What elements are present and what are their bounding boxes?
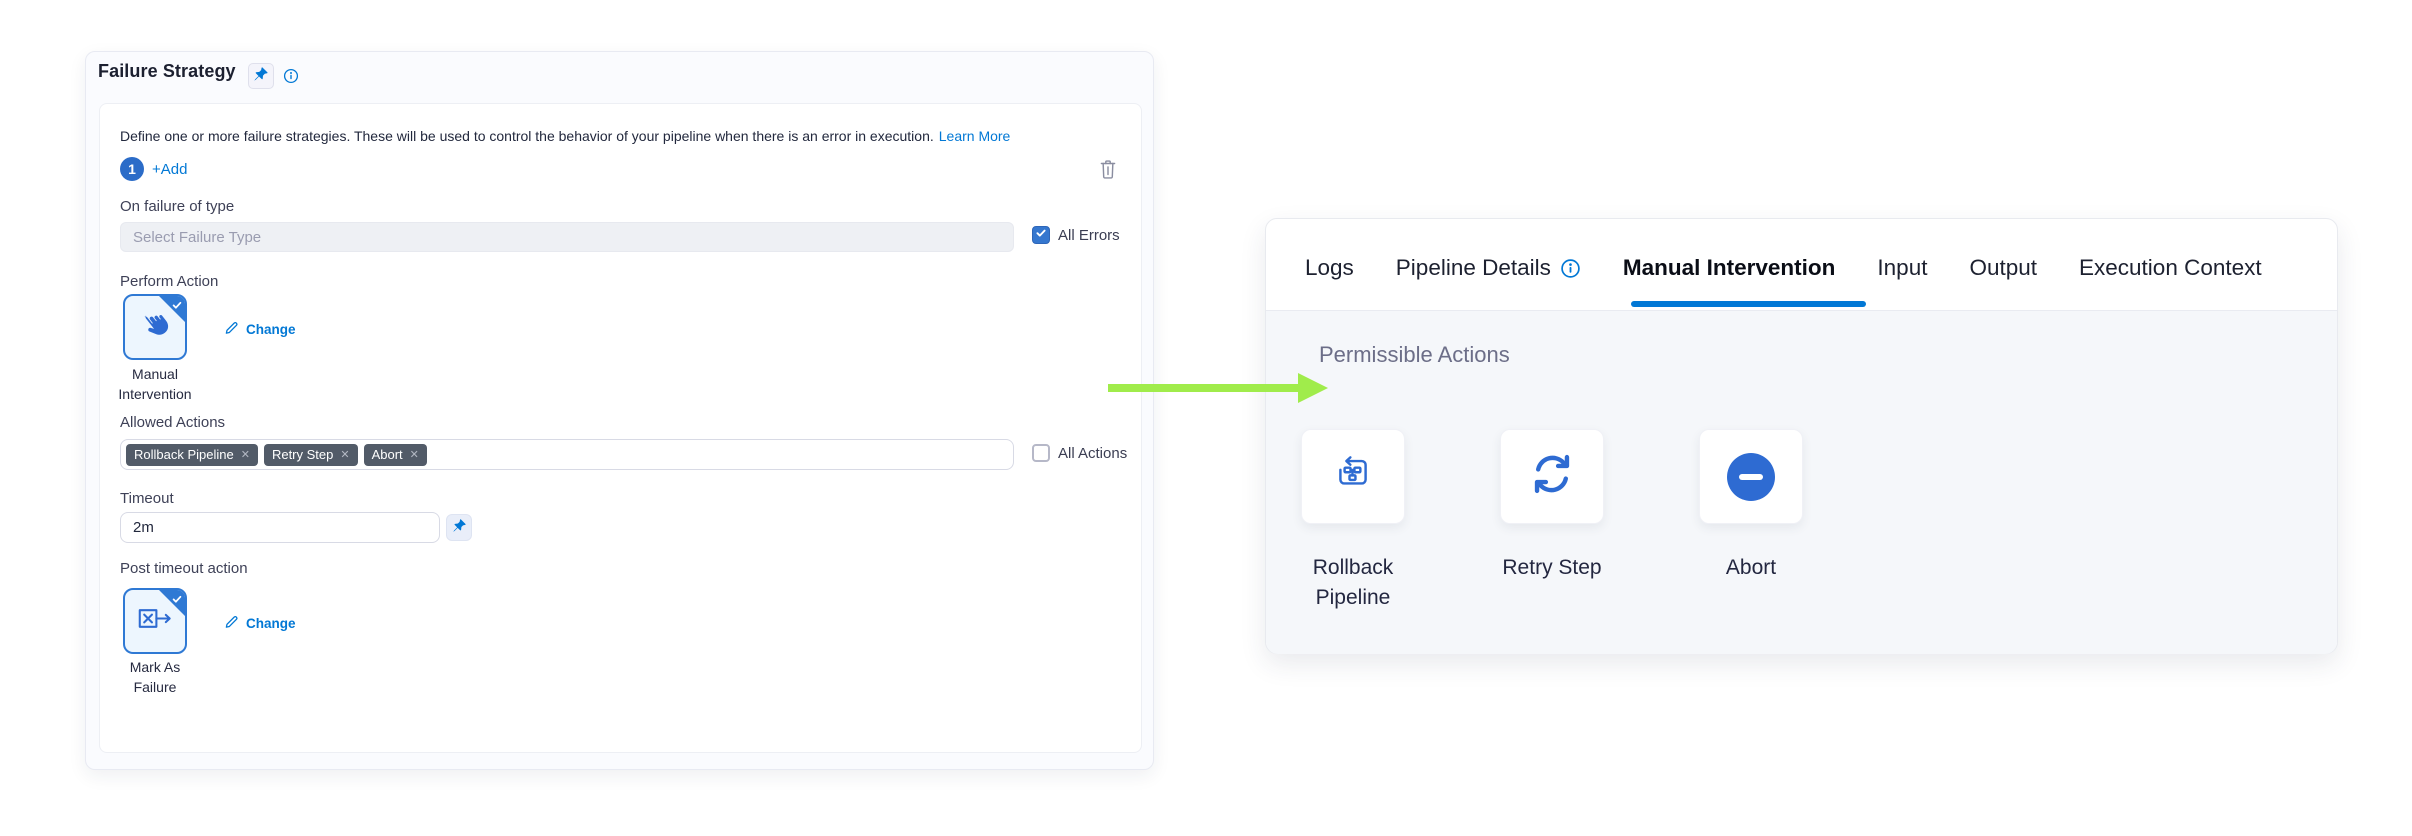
info-icon[interactable]	[1560, 258, 1581, 279]
permissible-actions-heading: Permissible Actions	[1319, 342, 1510, 368]
pin-icon	[452, 518, 467, 538]
add-strategy-button[interactable]: +Add	[152, 161, 187, 178]
action-card-abort[interactable]	[1699, 429, 1803, 524]
strategy-description: Define one or more failure strategies. T…	[120, 128, 1010, 144]
tag-remove-icon[interactable]: ✕	[241, 448, 250, 461]
active-tab-underline	[1631, 301, 1866, 307]
tag-label: Abort	[372, 447, 403, 462]
pencil-icon	[224, 320, 239, 338]
delete-strategy-icon[interactable]	[1098, 158, 1118, 180]
learn-more-link[interactable]: Learn More	[939, 128, 1011, 144]
selected-check-icon	[171, 298, 183, 316]
tag-retry-step[interactable]: Retry Step ✕	[264, 444, 358, 466]
manual-intervention-content: Permissible Actions Rollback Pipeline Re…	[1266, 311, 2337, 654]
selected-check-icon	[171, 592, 183, 610]
action-card-rollback-pipeline[interactable]	[1301, 429, 1405, 524]
tag-label: Retry Step	[272, 447, 333, 462]
pin-icon	[253, 66, 269, 87]
tag-rollback-pipeline[interactable]: Rollback Pipeline ✕	[126, 444, 258, 466]
failure-strategy-panel: Failure Strategy Define one or more fail…	[85, 51, 1154, 770]
action-label-retry-step: Retry Step	[1482, 553, 1622, 583]
action-label-rollback-pipeline: Rollback Pipeline	[1283, 553, 1423, 613]
perform-action-caption: Manual Intervention	[110, 364, 200, 404]
allowed-actions-input[interactable]: Rollback Pipeline ✕ Retry Step ✕ Abort ✕	[120, 439, 1014, 470]
tab-execution-context[interactable]: Execution Context	[2079, 255, 2262, 281]
all-errors-label: All Errors	[1058, 227, 1120, 244]
tag-remove-icon[interactable]: ✕	[410, 448, 419, 461]
check-icon	[1035, 226, 1047, 244]
failure-type-select[interactable]	[120, 222, 1014, 252]
allowed-actions-label: Allowed Actions	[120, 414, 225, 431]
all-actions-label: All Actions	[1058, 445, 1127, 462]
post-timeout-tile[interactable]	[123, 588, 187, 654]
pin-title-button[interactable]	[248, 63, 274, 89]
abort-icon	[1727, 453, 1775, 501]
tab-logs[interactable]: Logs	[1305, 255, 1354, 281]
abort-bar	[1739, 474, 1763, 480]
tag-label: Rollback Pipeline	[134, 447, 234, 462]
on-failure-label: On failure of type	[120, 198, 234, 215]
pin-timeout-button[interactable]	[446, 514, 472, 541]
strategy-index-badge[interactable]: 1	[120, 157, 144, 181]
page: Failure Strategy Define one or more fail…	[0, 0, 2412, 836]
all-actions-checkbox[interactable]	[1032, 444, 1050, 462]
change-post-timeout-link[interactable]: Change	[224, 614, 296, 632]
tab-pipeline-details[interactable]: Pipeline Details	[1396, 255, 1581, 281]
timeout-label: Timeout	[120, 490, 174, 507]
action-card-retry-step[interactable]	[1500, 429, 1604, 524]
tag-abort[interactable]: Abort ✕	[364, 444, 427, 466]
retry-icon	[1529, 451, 1575, 502]
tabs-row: Logs Pipeline Details Manual Interventio…	[1305, 255, 2262, 281]
tab-label: Pipeline Details	[1396, 255, 1551, 281]
perform-action-label: Perform Action	[120, 273, 218, 290]
all-errors-checkbox[interactable]	[1032, 226, 1050, 244]
tab-output[interactable]: Output	[1969, 255, 2037, 281]
tab-manual-intervention[interactable]: Manual Intervention	[1623, 255, 1836, 281]
action-label-abort: Abort	[1681, 553, 1821, 583]
perform-action-tile[interactable]	[123, 294, 187, 360]
info-icon[interactable]	[283, 68, 299, 84]
change-label: Change	[246, 616, 296, 631]
rollback-pipeline-icon	[1332, 453, 1374, 500]
flow-arrow	[1108, 372, 1328, 409]
tag-remove-icon[interactable]: ✕	[340, 448, 349, 461]
strategy-card: Define one or more failure strategies. T…	[99, 103, 1142, 753]
step-details-panel: Logs Pipeline Details Manual Interventio…	[1265, 218, 2338, 654]
post-timeout-caption: Mark As Failure	[115, 657, 195, 697]
description-text: Define one or more failure strategies. T…	[120, 128, 934, 144]
timeout-input[interactable]	[120, 512, 440, 543]
change-perform-action-link[interactable]: Change	[224, 320, 296, 338]
pencil-icon	[224, 614, 239, 632]
change-label: Change	[246, 322, 296, 337]
post-timeout-label: Post timeout action	[120, 560, 248, 577]
panel-title: Failure Strategy	[98, 61, 236, 82]
tab-input[interactable]: Input	[1877, 255, 1927, 281]
